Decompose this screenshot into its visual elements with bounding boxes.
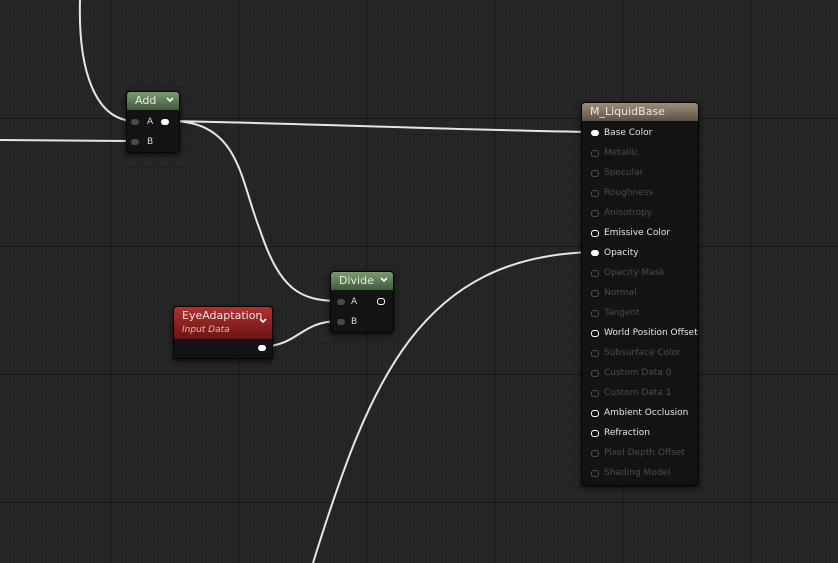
chevron-down-icon[interactable] [379, 275, 389, 285]
eye-adaptation-output-pin[interactable] [258, 345, 266, 351]
material-input-label: Roughness [604, 188, 654, 198]
eye-adaptation-header[interactable]: EyeAdaptation Input Data [174, 307, 272, 339]
material-input-row[interactable]: Custom Data 1 [582, 383, 698, 403]
material-input-label: Normal [604, 288, 637, 298]
material-input-pin[interactable] [591, 190, 599, 197]
chevron-down-icon[interactable] [258, 316, 268, 326]
material-input-pin[interactable] [591, 330, 599, 337]
material-input-row[interactable]: Tangent [582, 303, 698, 323]
material-input-label: Custom Data 1 [604, 388, 672, 398]
material-input-row[interactable]: Specular [582, 163, 698, 183]
material-node-title: M_LiquidBase [590, 105, 665, 118]
material-input-row[interactable]: Emissive Color [582, 223, 698, 243]
material-input-row[interactable]: Base Color [582, 123, 698, 143]
material-input-label: Opacity Mask [604, 268, 665, 278]
chevron-down-icon[interactable] [165, 95, 175, 105]
eye-adaptation-node[interactable]: EyeAdaptation Input Data [173, 306, 273, 359]
divide-node[interactable]: Divide A B [330, 271, 394, 333]
material-node-header[interactable]: M_LiquidBase [582, 103, 698, 121]
material-result-node[interactable]: M_LiquidBase Base Color Metallic Specular R… [581, 102, 699, 486]
material-input-label: Pixel Depth Offset [604, 448, 685, 458]
material-input-row[interactable]: Metallic [582, 143, 698, 163]
material-input-label: Emissive Color [604, 228, 671, 238]
divide-node-header[interactable]: Divide [331, 272, 393, 290]
material-input-pin[interactable] [591, 210, 599, 217]
add-node-title: Add [135, 94, 157, 107]
material-input-pin[interactable] [591, 230, 599, 237]
material-input-pin[interactable] [591, 450, 599, 457]
material-input-label: Shading Model [604, 468, 671, 478]
add-node[interactable]: Add A B [126, 91, 180, 153]
material-input-pin[interactable] [591, 350, 599, 357]
material-input-row[interactable]: Refraction [582, 423, 698, 443]
material-input-row[interactable]: Pixel Depth Offset [582, 443, 698, 463]
material-input-row[interactable]: Ambient Occlusion [582, 403, 698, 423]
material-input-label: Anisotropy [604, 208, 653, 218]
material-input-row[interactable]: World Position Offset [582, 323, 698, 343]
material-input-row[interactable]: Normal [582, 283, 698, 303]
material-input-label: Specular [604, 168, 644, 178]
divide-pin-b-row: B [331, 314, 393, 330]
material-input-pin[interactable] [591, 250, 599, 256]
material-input-pin[interactable] [591, 150, 599, 157]
material-input-pin[interactable] [591, 390, 599, 397]
material-input-label: Opacity [604, 248, 639, 258]
add-pin-b[interactable] [131, 139, 139, 145]
add-node-header[interactable]: Add [127, 92, 179, 110]
material-input-pin[interactable] [591, 470, 599, 477]
material-input-pin[interactable] [591, 170, 599, 177]
add-pin-a-row: A [127, 114, 179, 130]
add-output-pin[interactable] [161, 119, 169, 125]
material-input-label: Tangent [604, 308, 640, 318]
add-pin-b-row: B [127, 134, 179, 150]
divide-pin-a[interactable] [337, 299, 345, 305]
add-pin-a-label: A [147, 117, 154, 127]
material-input-pin[interactable] [591, 310, 599, 317]
material-input-pin[interactable] [591, 430, 599, 437]
material-input-row[interactable]: Opacity [582, 243, 698, 263]
material-input-label: Metallic [604, 148, 639, 158]
material-input-row[interactable]: Anisotropy [582, 203, 698, 223]
divide-pin-b-label: B [351, 317, 358, 327]
material-input-label: World Position Offset [604, 328, 698, 338]
divide-node-title: Divide [339, 274, 374, 287]
connection-wires [0, 0, 596, 563]
material-input-pin[interactable] [591, 370, 599, 377]
material-input-row[interactable]: Opacity Mask [582, 263, 698, 283]
wire-eye-to-divide-b[interactable] [261, 320, 341, 348]
add-pin-b-label: B [147, 137, 154, 147]
material-input-pin[interactable] [591, 410, 599, 417]
material-input-row[interactable]: Shading Model [582, 463, 698, 483]
material-input-pin[interactable] [591, 130, 599, 136]
divide-pin-b[interactable] [337, 319, 345, 325]
material-input-row[interactable]: Subsurface Color [582, 343, 698, 363]
material-input-pin[interactable] [591, 290, 599, 297]
material-input-pin[interactable] [591, 270, 599, 277]
material-input-label: Ambient Occlusion [604, 408, 689, 418]
material-input-label: Custom Data 0 [604, 368, 672, 378]
graph-canvas[interactable]: Add A B Divide A B EyeAdaptation Input D… [0, 0, 838, 563]
wire-add-to-base-color[interactable] [169, 120, 596, 133]
add-pin-a[interactable] [131, 119, 139, 125]
material-input-row[interactable]: Custom Data 0 [582, 363, 698, 383]
divide-output-pin[interactable] [377, 298, 385, 305]
material-input-label: Base Color [604, 128, 653, 138]
wire-left-to-add-b[interactable] [0, 139, 136, 142]
wire-add-to-divide-a[interactable] [169, 120, 341, 302]
material-input-row[interactable]: Roughness [582, 183, 698, 203]
divide-pin-a-label: A [351, 297, 358, 307]
material-input-label: Subsurface Color [604, 348, 681, 358]
divide-pin-a-row: A [331, 294, 393, 310]
material-input-label: Refraction [604, 428, 650, 438]
